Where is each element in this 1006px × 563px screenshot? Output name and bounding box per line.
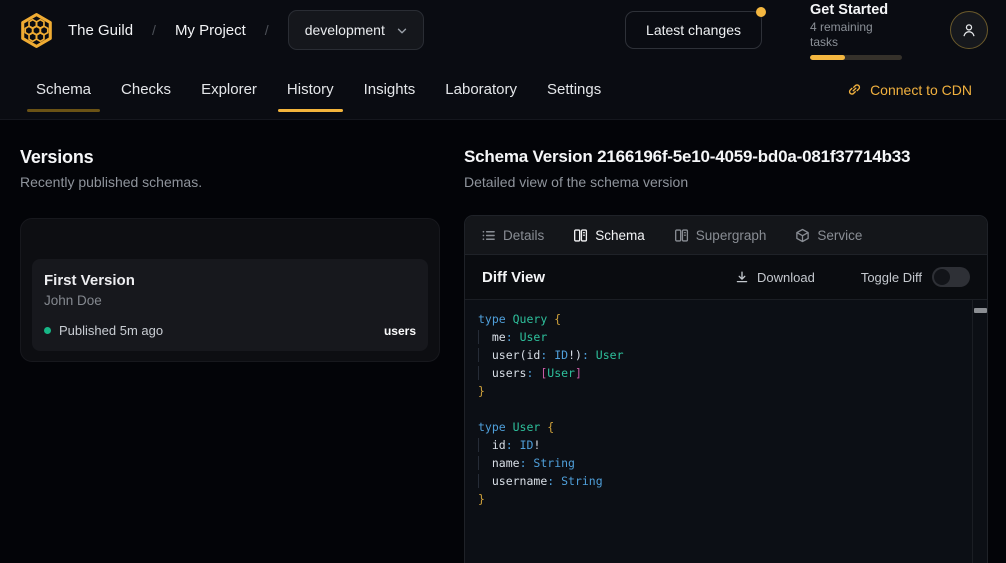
user-icon (960, 21, 978, 39)
main-content: Versions Recently published schemas. Fir… (0, 120, 1006, 563)
code-line: user(id: ID!): User (478, 346, 987, 364)
get-started-title: Get Started (810, 1, 902, 19)
detail-tab-details[interactable]: Details (481, 228, 544, 243)
breadcrumb-org[interactable]: The Guild (68, 22, 133, 39)
nav-tab-schema[interactable]: Schema (36, 81, 91, 99)
download-button[interactable]: Download (735, 270, 815, 285)
connect-cdn-label: Connect to CDN (870, 82, 972, 98)
versions-list-card: First Version John Doe Published 5m ago … (20, 218, 440, 362)
nav-tab-checks[interactable]: Checks (121, 81, 171, 99)
version-item-service-badge: users (384, 324, 416, 338)
nav-tabs: Schema Checks Explorer History Insights Labor… (36, 81, 601, 99)
versions-subtitle: Recently published schemas. (20, 174, 440, 191)
version-list-item[interactable]: First Version John Doe Published 5m ago … (32, 259, 428, 351)
connect-cdn-link[interactable]: Connect to CDN (847, 82, 972, 98)
toggle-knob (934, 269, 950, 285)
detail-tab-service[interactable]: Service (795, 228, 862, 243)
detail-tab-schema[interactable]: Schema (573, 228, 645, 243)
hive-logo-icon[interactable] (18, 12, 55, 49)
published-status-dot (44, 327, 51, 334)
diff-view-title: Diff View (482, 269, 545, 286)
link-icon (847, 82, 862, 97)
schema-version-subtitle: Detailed view of the schema version (464, 174, 988, 191)
cube-icon (795, 228, 810, 243)
version-item-title: First Version (44, 271, 416, 290)
scrollbar[interactable] (972, 300, 987, 563)
app-root: The Guild / My Project / development Lat… (0, 0, 1006, 563)
nav-tab-explorer[interactable]: Explorer (201, 81, 257, 99)
code-line: username: String (478, 472, 987, 490)
toggle-diff-switch[interactable] (932, 267, 970, 287)
nav-tab-settings[interactable]: Settings (547, 81, 601, 99)
code-line (478, 400, 987, 418)
detail-tabs: Details Schema Supergraph Service (465, 216, 987, 255)
version-item-status-row: Published 5m ago users (44, 323, 416, 338)
get-started-subtitle: 4 remaining tasks (810, 20, 902, 50)
nav-tab-history[interactable]: History (287, 81, 334, 99)
code-viewer: type Query { me: User user(id: ID!): Use… (465, 300, 987, 563)
latest-changes-label: Latest changes (646, 22, 741, 38)
code-line: name: String (478, 454, 987, 472)
download-label: Download (757, 270, 815, 285)
progress-bar (810, 55, 902, 60)
diff-view-actions: Download Toggle Diff (735, 267, 970, 287)
avatar[interactable] (950, 11, 988, 49)
breadcrumb-project[interactable]: My Project (175, 22, 246, 39)
breadcrumb: The Guild / My Project / (68, 22, 288, 39)
get-started-widget[interactable]: Get Started 4 remaining tasks (810, 1, 902, 60)
detail-tab-supergraph[interactable]: Supergraph (674, 228, 767, 243)
target-selector[interactable]: development (288, 10, 424, 50)
breadcrumb-separator: / (152, 22, 156, 38)
nav-tab-laboratory[interactable]: Laboratory (445, 81, 517, 99)
progress-fill (810, 55, 845, 60)
columns-icon (573, 228, 588, 243)
latest-changes-button[interactable]: Latest changes (625, 11, 762, 49)
versions-section: Versions Recently published schemas. Fir… (0, 120, 464, 563)
code-line: type Query { (478, 310, 987, 328)
code-line: users: [User] (478, 364, 987, 382)
nav-tab-insights[interactable]: Insights (364, 81, 416, 99)
code-line: } (478, 382, 987, 400)
code-line: type User { (478, 418, 987, 436)
version-item-status: Published 5m ago (59, 323, 163, 338)
detail-tab-label: Schema (595, 228, 645, 243)
versions-title: Versions (20, 146, 440, 168)
code-line: id: ID! (478, 436, 987, 454)
version-detail-panel: Details Schema Supergraph Service Diff View… (464, 215, 988, 563)
code-lines: type Query { me: User user(id: ID!): Use… (465, 300, 987, 518)
download-icon (735, 270, 749, 284)
detail-tab-label: Details (503, 228, 544, 243)
detail-tab-label: Service (817, 228, 862, 243)
chevron-down-icon (395, 23, 409, 38)
code-line: me: User (478, 328, 987, 346)
target-selector-value: development (305, 22, 385, 38)
list-icon (481, 228, 496, 243)
version-detail-section: Schema Version 2166196f-5e10-4059-bd0a-0… (464, 120, 1006, 563)
breadcrumb-separator: / (265, 22, 269, 38)
scrollbar-thumb[interactable] (974, 308, 987, 313)
version-item-author: John Doe (44, 292, 416, 309)
code-line: } (478, 490, 987, 508)
project-nav: Schema Checks Explorer History Insights Labor… (0, 60, 1006, 120)
diff-view-toolbar: Diff View Download Toggle Diff (465, 255, 987, 300)
toggle-diff-label: Toggle Diff (861, 270, 922, 285)
app-header: The Guild / My Project / development Lat… (0, 0, 1006, 60)
notification-dot (756, 7, 766, 17)
detail-tab-label: Supergraph (696, 228, 767, 243)
columns-icon (674, 228, 689, 243)
schema-version-title: Schema Version 2166196f-5e10-4059-bd0a-0… (464, 146, 988, 168)
